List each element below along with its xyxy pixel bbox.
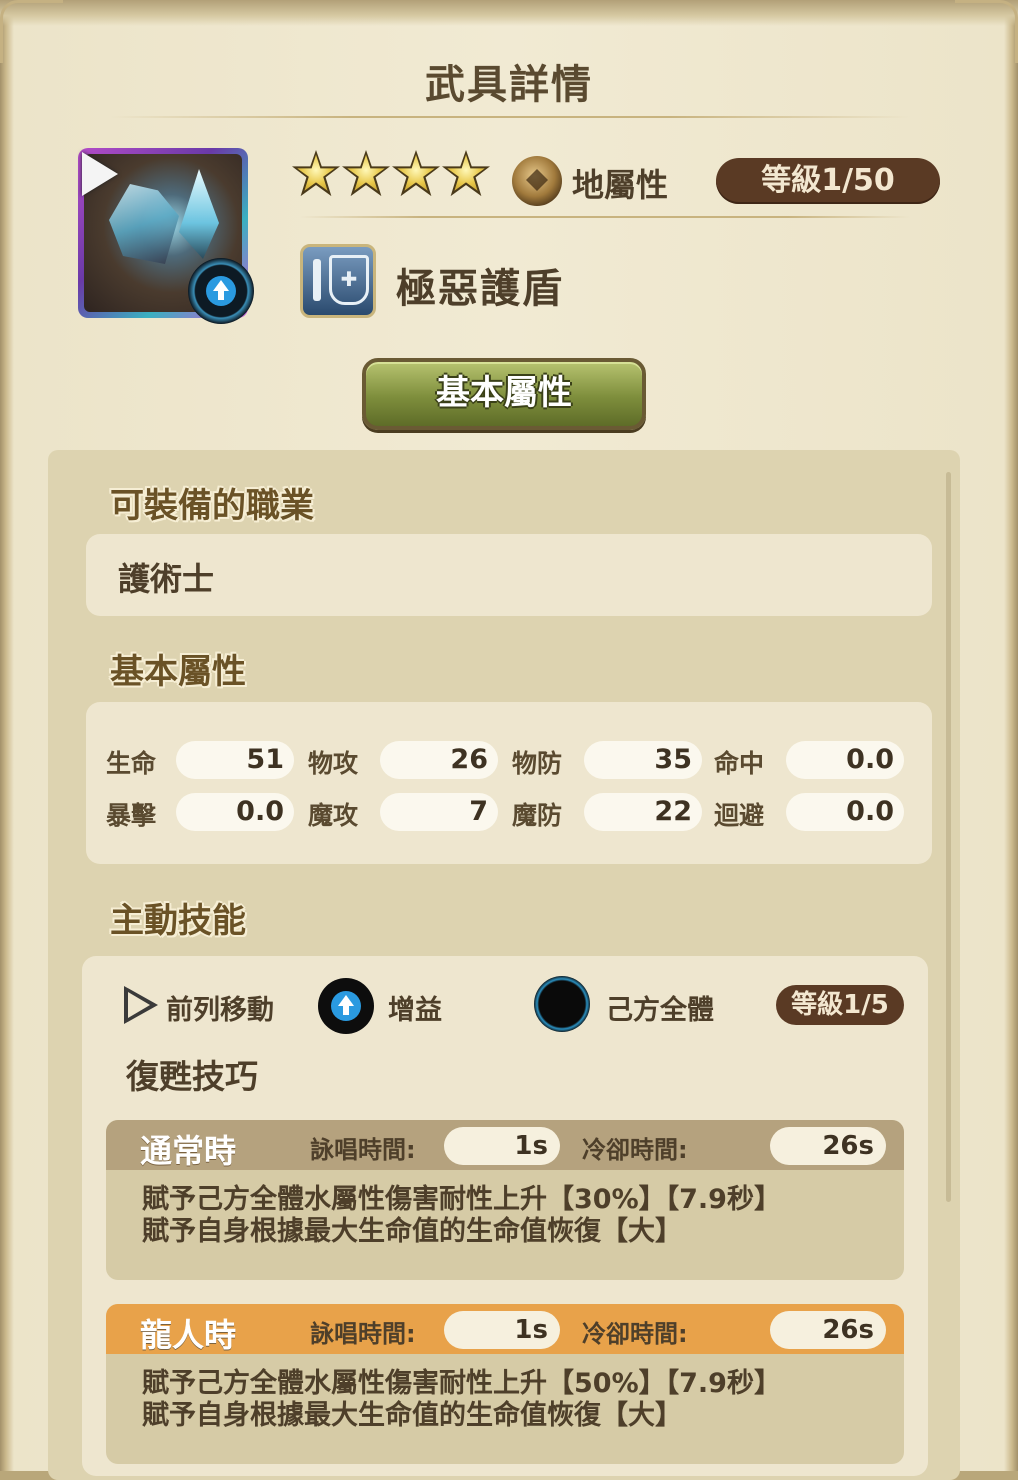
- item-artwork-crystal: [109, 184, 179, 264]
- stat-label: 命中: [714, 749, 765, 778]
- stat-label: 物攻: [308, 749, 359, 778]
- item-name: 極惡護盾: [396, 266, 564, 312]
- rarity-stars: [292, 150, 490, 198]
- up-arrow-icon: [331, 991, 361, 1021]
- stat-value: 35: [584, 741, 702, 779]
- stat-label: 暴擊: [106, 801, 157, 830]
- skill-move-label: 前列移動: [166, 995, 274, 1026]
- star-icon: [442, 150, 490, 197]
- job-name: 護術士: [118, 560, 215, 598]
- cast-time-label: 詠唱時間:: [310, 1320, 416, 1348]
- normal-mode-box: 通常時 詠唱時間: 1s 冷卻時間: 26s 賦予己方全體水屬性傷害耐性上升【3…: [106, 1120, 904, 1280]
- mode-title: 通常時: [140, 1132, 237, 1170]
- active-skill-heading: 主動技能: [110, 901, 246, 941]
- frame-top-border: [0, 0, 1018, 26]
- front-move-icon: [82, 152, 118, 196]
- dragon-mode-box: 龍人時 詠唱時間: 1s 冷卻時間: 26s 賦予己方全體水屬性傷害耐性上升【5…: [106, 1304, 904, 1464]
- star-icon: [292, 150, 340, 197]
- stat-value: 0.0: [176, 793, 294, 831]
- shield-category-icon: [300, 244, 376, 318]
- stat-value: 0.0: [786, 793, 904, 831]
- basic-stats-heading: 基本屬性: [110, 652, 246, 692]
- scrollbar[interactable]: [946, 472, 951, 1202]
- skill-target-label: 己方全體: [606, 995, 714, 1026]
- description-line: 賦予己方全體水屬性傷害耐性上升【50%】【7.9秒】: [142, 1368, 781, 1399]
- mode-description: 賦予己方全體水屬性傷害耐性上升【50%】【7.9秒】 賦予自身根據最大生命值的生…: [142, 1368, 781, 1432]
- description-line: 賦予自身根據最大生命值的生命值恢復【大】: [142, 1216, 682, 1247]
- buff-type-icon: [318, 978, 374, 1034]
- stat-label: 魔攻: [308, 801, 359, 830]
- page-title: 武具詳情: [425, 62, 593, 108]
- up-arrow-icon: [206, 276, 236, 306]
- earth-element-icon: [512, 156, 562, 206]
- title-divider: [110, 116, 910, 118]
- skill-level-badge: 等級1/5: [776, 985, 904, 1025]
- buff-badge-icon: [188, 258, 254, 324]
- star-icon: [392, 150, 440, 197]
- skill-type-label: 增益: [388, 995, 442, 1026]
- cast-time-value: 1s: [444, 1311, 560, 1349]
- item-level-badge: 等級1/50: [716, 158, 940, 204]
- stat-value: 0.0: [786, 741, 904, 779]
- all-allies-target-icon: [534, 976, 590, 1032]
- description-line: 賦予己方全體水屬性傷害耐性上升【30%】【7.9秒】: [142, 1184, 781, 1215]
- stat-label: 魔防: [512, 801, 563, 830]
- stat-value: 22: [584, 793, 702, 831]
- cooldown-value: 26s: [770, 1311, 886, 1349]
- equippable-jobs-heading: 可裝備的職業: [110, 486, 314, 526]
- cooldown-label: 冷卻時間:: [582, 1320, 688, 1348]
- description-line: 賦予自身根據最大生命值的生命值恢復【大】: [142, 1400, 682, 1431]
- star-icon: [342, 150, 390, 197]
- front-move-icon: [124, 986, 158, 1024]
- mode-description: 賦予己方全體水屬性傷害耐性上升【30%】【7.9秒】 賦予自身根據最大生命值的生…: [142, 1184, 781, 1248]
- stat-value: 26: [380, 741, 498, 779]
- cooldown-label: 冷卻時間:: [582, 1136, 688, 1164]
- stat-value: 51: [176, 741, 294, 779]
- stat-label: 迴避: [714, 801, 765, 830]
- tab-basic-attributes[interactable]: 基本屬性: [362, 358, 646, 430]
- mode-title: 龍人時: [140, 1316, 237, 1354]
- cooldown-value: 26s: [770, 1127, 886, 1165]
- normal-mode-header: 通常時 詠唱時間: 1s 冷卻時間: 26s: [106, 1120, 904, 1170]
- stat-value: 7: [380, 793, 498, 831]
- stat-label: 物防: [512, 749, 563, 778]
- skill-name: 復甦技巧: [126, 1057, 258, 1096]
- stats-box: [86, 702, 932, 864]
- cast-time-value: 1s: [444, 1127, 560, 1165]
- stat-label: 生命: [106, 749, 157, 778]
- item-artwork-blade: [179, 169, 219, 259]
- element-label: 地屬性: [572, 166, 669, 204]
- cast-time-label: 詠唱時間:: [310, 1136, 416, 1164]
- dragon-mode-header: 龍人時 詠唱時間: 1s 冷卻時間: 26s: [106, 1304, 904, 1354]
- header-divider: [300, 216, 910, 218]
